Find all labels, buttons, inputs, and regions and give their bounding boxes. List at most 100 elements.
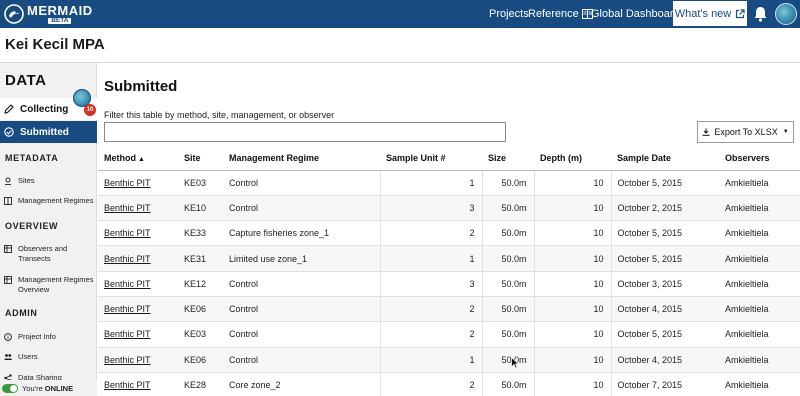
export-xlsx-button[interactable]: Export To XLSX ▼ xyxy=(697,121,794,143)
size-cell: 50.0m xyxy=(481,270,534,297)
sidebar-item-observers-and-transects[interactable]: Observers and Transects xyxy=(4,244,96,264)
sidebar-item-label: Users xyxy=(18,352,38,361)
sidebar-item-label: Sites xyxy=(18,176,35,185)
sample-date-cell: October 7, 2015 xyxy=(611,371,719,396)
table-row[interactable]: Benthic PIT KE06 Control 2 50.0m 10 October 4,… xyxy=(98,295,800,322)
sidebar-item-management-regimes[interactable]: Management Regimes xyxy=(4,196,96,206)
sample-date-cell: October 5, 2015 xyxy=(611,321,719,348)
depth-cell: 10 xyxy=(533,194,612,221)
table-row[interactable]: Benthic PIT KE31 Limited use zone_1 1 50.0m 1… xyxy=(98,245,800,272)
depth-cell: 10 xyxy=(533,321,612,348)
site-cell: KE10 xyxy=(178,194,223,221)
sample-unit-cell: 3 xyxy=(379,194,482,221)
external-link-icon xyxy=(736,8,745,18)
sidebar-item-label: Submitted xyxy=(20,126,69,138)
method-cell[interactable]: Benthic PIT xyxy=(98,295,178,322)
sidebar-item-management-regimes-overview[interactable]: Management Regimes Overview xyxy=(4,275,96,295)
sample-unit-cell: 1 xyxy=(379,346,482,373)
size-cell: 50.0m xyxy=(481,220,534,246)
management-regime-cell: Control xyxy=(223,270,380,297)
top-navbar: MERMAID BETA Projects Reference Global D… xyxy=(0,0,800,28)
column-header-size[interactable]: Size xyxy=(482,147,534,171)
method-cell[interactable]: Benthic PIT xyxy=(98,169,178,196)
info-icon xyxy=(4,333,12,341)
table-row[interactable]: Benthic PITKE06Control150.0m10October 4,… xyxy=(98,346,800,373)
divider xyxy=(0,62,800,63)
method-cell[interactable]: Benthic PIT xyxy=(98,270,178,297)
table-row[interactable]: Benthic PIT KE33 Capture fisheries zone_1 2… xyxy=(98,220,800,246)
site-cell: KE28 xyxy=(178,371,223,396)
method-cell[interactable]: Benthic PIT xyxy=(98,220,178,246)
online-status[interactable]: You're ONLINE xyxy=(0,380,97,396)
sidebar-item-submitted[interactable]: Submitted xyxy=(0,121,97,143)
column-header-method[interactable]: Method ▲ xyxy=(98,147,178,171)
observers-cell: Amkieltiela xyxy=(719,245,800,272)
column-header-depth[interactable]: Depth (m) xyxy=(534,147,611,171)
sample-unit-cell: 2 xyxy=(379,321,482,348)
observers-cell: Amkieltiela xyxy=(719,346,800,373)
map-pin-icon xyxy=(5,177,11,185)
sidebar-item-users[interactable]: Users xyxy=(4,352,96,362)
mermaid-logo[interactable]: MERMAID BETA xyxy=(4,2,93,26)
method-cell[interactable]: Benthic PIT xyxy=(98,245,178,272)
sample-date-cell: October 4, 2015 xyxy=(611,295,719,322)
sample-date-cell: October 4, 2015 xyxy=(611,346,719,373)
export-label: Export To XLSX xyxy=(714,127,778,137)
sidebar-item-label: Management Regimes xyxy=(18,196,94,205)
sidebar-admin-heading: ADMIN xyxy=(5,308,38,318)
table-icon xyxy=(4,245,12,253)
filter-input[interactable] xyxy=(104,122,506,142)
observers-cell: Amkieltiela xyxy=(719,371,800,396)
table-row[interactable]: Benthic PIT KE12 Control 3 50.0m 10 October 3,… xyxy=(98,270,800,297)
depth-cell: 10 xyxy=(533,371,612,396)
whats-new-label: What's new xyxy=(674,7,732,20)
depth-cell: 10 xyxy=(533,245,612,272)
table-header-row: Method ▲ Site Management Regime Sample Un… xyxy=(98,147,800,171)
nav-global-dashboard-link[interactable]: Global Dashboard xyxy=(591,0,680,28)
sidebar-item-project-info[interactable]: Project Info xyxy=(4,332,96,342)
size-cell: 50.0m xyxy=(481,245,534,272)
bell-icon[interactable] xyxy=(753,6,768,22)
column-header-observers[interactable]: Observers xyxy=(719,147,800,171)
sidebar-item-label: Observers and Transects xyxy=(18,244,68,263)
column-header-management-regime[interactable]: Management Regime xyxy=(223,147,380,171)
sidebar-item-label: Management Regimes Overview xyxy=(18,275,94,294)
observers-cell: Amkieltiela xyxy=(719,270,800,297)
online-toggle[interactable] xyxy=(2,383,18,393)
sort-ascending-icon: ▲ xyxy=(138,156,145,164)
column-header-site[interactable]: Site xyxy=(178,147,223,171)
site-cell: KE31 xyxy=(178,245,223,272)
method-cell[interactable]: Benthic PIT xyxy=(98,321,178,348)
column-header-sample-date[interactable]: Sample Date xyxy=(611,147,719,171)
table-row[interactable]: Benthic PIT KE28 Core zone_2 2 50.0m 10 Octobe… xyxy=(98,371,800,396)
table-row[interactable]: Benthic PIT KE03 Control 2 50.0m 10 October 5,… xyxy=(98,321,800,348)
management-regime-cell: Control xyxy=(223,169,380,196)
nav-projects-link[interactable]: Projects xyxy=(489,0,529,28)
management-regime-cell: Control xyxy=(223,194,380,221)
method-cell[interactable]: Benthic PIT xyxy=(98,346,178,373)
column-header-sample-unit[interactable]: Sample Unit # xyxy=(380,147,482,171)
method-cell[interactable]: Benthic PIT xyxy=(98,194,178,221)
pencil-check-icon xyxy=(4,104,14,114)
management-regime-cell: Control xyxy=(223,321,380,348)
whats-new-button[interactable]: What's new xyxy=(673,1,747,26)
sample-unit-cell: 1 xyxy=(379,169,482,196)
observers-cell: Amkieltiela xyxy=(719,194,800,221)
sample-date-cell: October 5, 2015 xyxy=(611,169,719,196)
filter-label: Filter this table by method, site, manag… xyxy=(104,110,335,120)
size-cell: 50.0m xyxy=(481,194,534,221)
sidebar-item-sites[interactable]: Sites xyxy=(4,176,96,186)
table-row[interactable]: Benthic PIT KE10 Control 3 50.0m 10 October 2,… xyxy=(98,194,800,221)
table-row[interactable]: Benthic PIT KE03 Control 1 50.0m 10 October 5,… xyxy=(98,169,800,196)
user-avatar[interactable] xyxy=(775,3,797,25)
submitted-table: Method ▲ Site Management Regime Sample Un… xyxy=(98,147,800,396)
sidebar-item-label: Collecting xyxy=(20,103,69,115)
page-title: Submitted xyxy=(104,78,178,95)
observers-cell: Amkieltiela xyxy=(719,321,800,348)
nav-reference-link[interactable]: Reference xyxy=(528,0,593,28)
management-regime-cell: Limited use zone_1 xyxy=(223,245,380,272)
users-icon xyxy=(4,354,12,360)
online-status-value: ONLINE xyxy=(44,383,74,393)
method-cell[interactable]: Benthic PIT xyxy=(98,371,178,396)
online-status-prefix: You're xyxy=(22,383,43,393)
